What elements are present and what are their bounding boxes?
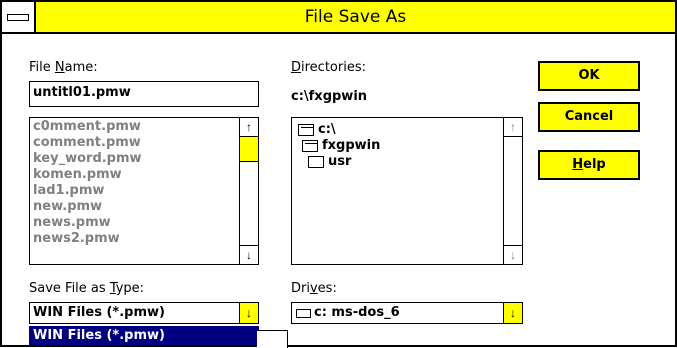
help-button-accel: H [572,157,584,172]
drives-label-suffix: es: [317,281,337,296]
system-menu-icon [7,14,29,21]
file-save-as-dialog: File Save As File Name: untitl01.pmw c0m… [0,0,677,347]
help-button[interactable]: Help [538,150,640,180]
save-type-label: Save File as Type: [29,281,144,296]
file-list-item[interactable]: news.pmw [30,215,258,231]
system-menu-button[interactable] [2,2,36,32]
dropdown-list-edge [257,330,288,348]
scroll-down-arrow-icon[interactable]: ↓ [504,245,522,264]
save-type-combo[interactable]: WIN Files (*.pmw) ↓ [29,302,259,324]
open-folder-icon [302,139,318,152]
file-name-label-suffix: ame: [64,60,98,75]
dropdown-arrow-icon[interactable]: ↓ [503,303,522,323]
file-list-item[interactable]: komen.pmw [30,167,258,183]
open-folder-icon [298,123,314,136]
scroll-thumb[interactable] [240,137,258,162]
directories-label-accel: D [291,60,302,75]
file-name-value: untitl01.pmw [33,85,131,100]
file-list-item[interactable]: lad1.pmw [30,183,258,199]
save-type-dropdown-option[interactable]: WIN Files (*.pmw) [29,326,259,345]
drives-label-accel: v [309,281,318,296]
directory-item[interactable]: usr [308,154,351,170]
current-directory-path: c:\fxgpwin [291,89,368,104]
drives-label: Drives: [291,281,337,296]
directory-item[interactable]: c:\ [298,122,336,138]
directory-item[interactable]: fxgpwin [302,138,380,154]
file-name-label: File Name: [29,60,98,75]
directory-item-label: usr [328,154,352,169]
window-title: File Save As [304,7,407,27]
file-name-label-prefix: File [29,60,55,75]
scroll-up-arrow-icon[interactable]: ↑ [240,118,258,137]
drives-combo[interactable]: c: ms-dos_6 ↓ [291,302,523,324]
dialog-body: File Name: untitl01.pmw c0mment.pmw comm… [2,34,675,345]
cancel-button[interactable]: Cancel [538,102,640,132]
drives-label-prefix: Dri [291,281,310,296]
dropdown-arrow-icon[interactable]: ↓ [239,303,258,323]
directory-item-label: c:\ [318,122,336,137]
file-list-item[interactable]: comment.pmw [30,135,258,151]
folder-icon [308,155,324,168]
file-name-label-accel: N [54,60,65,75]
scroll-down-arrow-icon[interactable]: ↓ [240,245,258,264]
file-list-item[interactable]: c0mment.pmw [30,119,258,135]
file-list[interactable]: c0mment.pmw comment.pmw key_word.pmw kom… [29,117,259,265]
help-button-suffix: elp [583,157,606,172]
file-list-item[interactable]: news2.pmw [30,231,258,247]
drives-value: c: ms-dos_6 [314,305,400,320]
directories-label-suffix: irectories: [301,60,366,75]
scroll-up-arrow-icon[interactable]: ↑ [504,118,522,137]
directory-list-scrollbar[interactable]: ↑ ↓ [503,118,522,264]
hard-drive-icon [296,309,311,318]
save-type-label-suffix: ype: [115,281,145,296]
file-list-item[interactable]: key_word.pmw [30,151,258,167]
ok-button[interactable]: OK [538,61,640,91]
directory-list[interactable]: c:\ fxgpwin usr ↑ ↓ [291,117,523,265]
save-type-label-prefix: Save File as [29,281,110,296]
save-type-value: WIN Files (*.pmw) [33,305,165,320]
file-list-scrollbar[interactable]: ↑ ↓ [239,118,258,264]
directories-label: Directories: [291,60,366,75]
directory-item-label: fxgpwin [322,138,381,153]
title-bar: File Save As [2,2,675,34]
file-list-item[interactable]: new.pmw [30,199,258,215]
file-name-input[interactable]: untitl01.pmw [29,81,259,107]
